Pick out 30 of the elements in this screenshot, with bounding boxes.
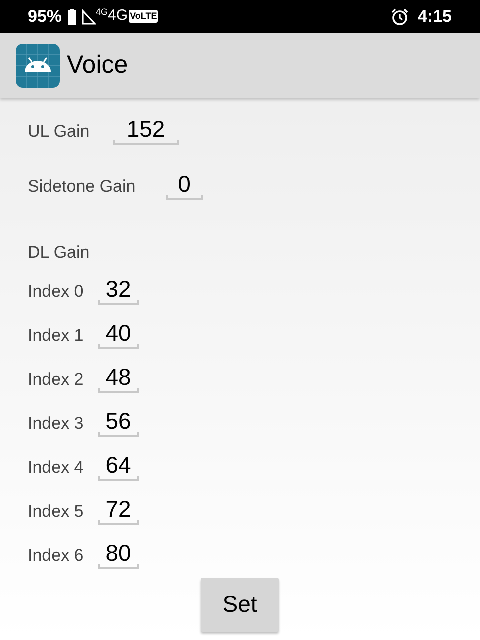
network-label: 4G <box>108 6 128 26</box>
number-field[interactable]: 40 <box>98 320 139 352</box>
field-label: UL Gain <box>28 121 91 144</box>
field-label: Sidetone Gain <box>28 176 137 198</box>
alarm-icon <box>390 8 409 26</box>
field-label: Index 4 <box>28 456 85 479</box>
field-label: Index 2 <box>28 368 85 391</box>
field-label: Index 3 <box>28 412 85 435</box>
number-field[interactable]: 64 <box>98 452 139 484</box>
battery-icon <box>68 8 76 24</box>
section-heading: DL Gain <box>28 242 91 264</box>
number-field[interactable]: 32 <box>98 276 139 308</box>
number-field[interactable]: 48 <box>98 364 139 396</box>
number-field[interactable]: 80 <box>98 540 139 572</box>
field-label: Index 6 <box>28 544 85 567</box>
signal-icon <box>82 8 96 24</box>
number-field[interactable]: 72 <box>98 496 139 528</box>
network-label: 4G <box>96 6 108 17</box>
number-field[interactable]: 56 <box>98 408 139 440</box>
volte-badge: VoLTE <box>129 10 158 23</box>
number-field[interactable]: 0 <box>166 171 203 204</box>
field-label: Index 1 <box>28 324 85 347</box>
field-label: Index 5 <box>28 500 85 523</box>
battery-percent: 95% <box>28 6 62 28</box>
set-button[interactable]: Set <box>201 578 279 632</box>
number-field[interactable]: 152 <box>113 116 179 149</box>
app-icon <box>16 44 60 88</box>
field-label: Index 0 <box>28 280 85 303</box>
clock: 4:15 <box>418 6 452 28</box>
app-title: Voice <box>67 50 128 81</box>
